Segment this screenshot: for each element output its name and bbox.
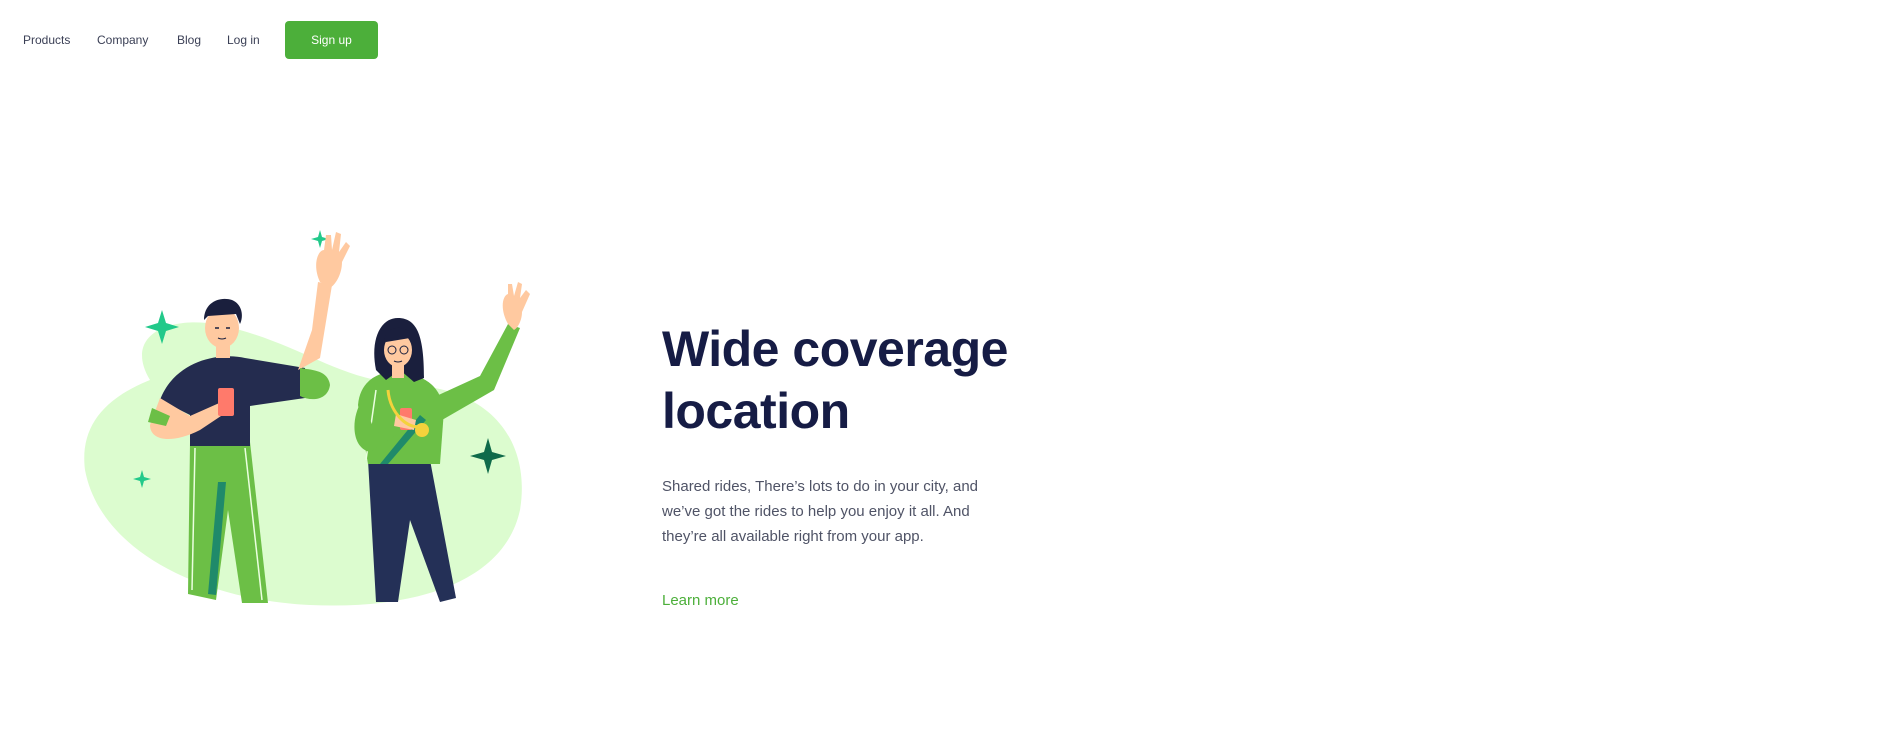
nav-link-products[interactable]: Products [23, 33, 70, 47]
people-waving-illustration [84, 230, 530, 606]
nav-link-company[interactable]: Company [97, 33, 148, 47]
hero-title-line1: Wide coverage [662, 321, 1008, 377]
hero-description: Shared rides, There’s lots to do in your… [662, 478, 979, 545]
learn-more-link[interactable]: Learn more [662, 592, 739, 609]
signup-button[interactable]: Sign up [285, 21, 378, 59]
top-navigation: Products Company Blog Log in Sign up [0, 0, 1897, 80]
nav-link-login[interactable]: Log in [227, 33, 260, 47]
hero-title: Wide coverage location [662, 318, 1222, 442]
hero-title-line2: location [662, 383, 850, 439]
nav-link-blog[interactable]: Blog [177, 33, 201, 47]
